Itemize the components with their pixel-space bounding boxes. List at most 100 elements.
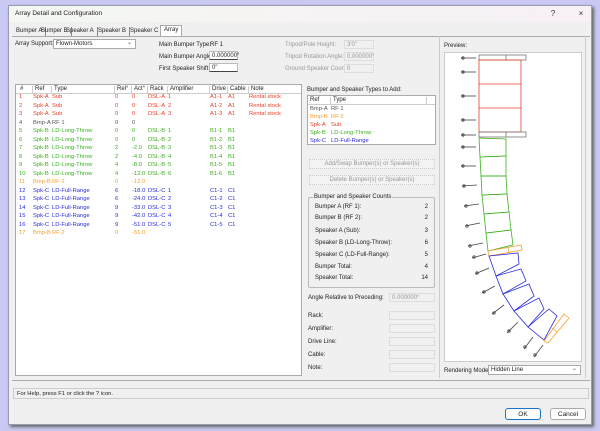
cell-drive: B1-6 [210, 170, 223, 177]
ok-button[interactable]: OK [505, 408, 541, 420]
cell-drive: B1-4 [210, 153, 223, 160]
col-header-8[interactable]: Cable [227, 86, 246, 93]
table-row[interactable]: 6 Spk-B LD-Long-Throw 0 0 DSL-B 2 B1-2 B1 [16, 137, 301, 146]
count-label: Bumper Total: [315, 264, 352, 270]
cell-rack: DSL-B [148, 128, 166, 134]
cell-num: 16 [19, 221, 26, 228]
table-row[interactable]: 15 Spk-C LD-Full-Range 9 -42.0 DSL-C 4 C1-4 C1 [16, 213, 301, 222]
cell-rack: DSL-A [148, 94, 166, 100]
note-label: Note: [308, 365, 323, 371]
col-header-3[interactable]: Rel° [114, 86, 128, 93]
cell-act: -12.0 [132, 179, 146, 185]
cell-amplifier: 1 [168, 128, 172, 134]
cell-act: -42.0 [132, 213, 146, 219]
cell-num: 4 [19, 119, 23, 126]
rendering-mode-value: Hidden Line [491, 367, 524, 373]
array-preview-drawing [461, 54, 570, 358]
col-header-9[interactable]: Note [248, 86, 264, 93]
cell-ref: Spk-B [33, 145, 49, 151]
col-header-5[interactable]: Rack [147, 86, 164, 93]
cell-drive: A1-3 [210, 111, 223, 117]
cell-act: 0 [132, 94, 136, 100]
table-row[interactable]: 5 Spk-B LD-Long-Throw 0 0 DSL-B 1 B1-1 B1 [16, 128, 301, 137]
col-header-1[interactable]: Ref [32, 86, 44, 93]
table-row[interactable]: 1 Spk-A Sub 0 0 DSL-A 1 A1-1 A1 Rental stock [16, 94, 301, 103]
cell-cable: C1 [228, 204, 236, 211]
count-value: 5 [424, 252, 428, 258]
cell-rel: 0 [115, 111, 119, 117]
rack-label: Rack: [308, 313, 324, 319]
col-header-0[interactable]: # [18, 86, 23, 93]
first-speaker-shift-label: First Speaker Shift: [159, 66, 211, 72]
main-bumper-angle-input[interactable]: 0.000000° [209, 51, 239, 60]
type-ref: Bmp-A [310, 106, 328, 112]
table-row[interactable]: 4 Bmp-A RF 1 0 0 [16, 120, 301, 129]
cell-cable: B1 [228, 145, 236, 151]
status-bar: For Help, press F1 or click the ? icon. [13, 388, 589, 399]
table-row[interactable]: 7 Spk-B LD-Long-Throw 2 -2.0 DSL-B 3 B1-3 B1 [16, 145, 301, 154]
count-label: Speaker B (LD-Long-Throw): [315, 240, 393, 246]
cell-ref: Spk-A [33, 102, 49, 109]
table-row[interactable]: 17 Bmp-B RF 2 0 -51.0 [16, 230, 301, 239]
types-to-add-list[interactable]: Ref Type Bmp-A RF 1 Bmp-B RF 2 Spk-A Sub Spk-B… [307, 95, 436, 145]
speaker-c-boxes [488, 252, 558, 341]
table-row[interactable]: 3 Spk-A Sub 0 0 DSL-A 3 A1-3 A1 Rental stock [16, 111, 301, 120]
table-row[interactable]: 10 Spk-B LD-Long-Throw 4 -12.0 DSL-B 6 B1-6 B1 [16, 171, 301, 180]
cell-type: LD-Long-Throw [52, 153, 93, 160]
cell-ref: Spk-A [33, 111, 49, 117]
close-icon[interactable]: × [575, 8, 587, 20]
table-row[interactable]: 11 Bmp-B RF 2 0 -12.0 [16, 179, 301, 188]
array-elements-table[interactable]: # Ref Type Rel° Act° Rack Amplifier Drive Cable N… [15, 84, 302, 376]
rendering-mode-select[interactable]: Hidden Line ⌄ [488, 365, 581, 375]
cell-rack: DSL-C [148, 221, 166, 228]
col-header-2[interactable]: Type [51, 86, 67, 93]
table-row[interactable]: 9 Spk-B LD-Long-Throw 4 -8.0 DSL-B 5 B1-5 B1 [16, 162, 301, 171]
col-header-4[interactable]: Act° [131, 86, 145, 93]
count-row: Speaker B (LD-Long-Throw): 6 [315, 240, 428, 248]
cell-num: 8 [19, 153, 23, 160]
cell-amplifier: 1 [168, 94, 172, 100]
main-bumper-type-value: RF 1 [210, 42, 224, 48]
cell-ref: Spk-B [33, 128, 49, 134]
cell-drive: C1-5 [210, 221, 223, 228]
cancel-button[interactable]: Cancel [550, 408, 586, 420]
table-row[interactable]: 16 Spk-C LD-Full-Range 9 -51.0 DSL-C 5 C1-5 C1 [16, 222, 301, 231]
help-icon[interactable]: ? [547, 8, 559, 20]
count-label: Bumper B (RF 2): [315, 215, 363, 221]
table-row[interactable]: 13 Spk-C LD-Full-Range 6 -24.0 DSL-C 2 C1-2 C1 [16, 196, 301, 205]
table-row[interactable]: 8 Spk-B LD-Long-Throw 2 -4.0 DSL-B 4 B1-4 B1 [16, 154, 301, 163]
col-header-7[interactable]: Drive [209, 86, 226, 93]
types-header: Ref Type [308, 96, 435, 105]
cell-drive: C1-1 [210, 187, 223, 194]
cell-act: 0 [132, 119, 136, 126]
cell-amplifier: 2 [168, 136, 172, 143]
cell-type: LD-Long-Throw [52, 162, 93, 168]
cell-drive: B1-5 [210, 162, 223, 168]
cell-cable: B1 [228, 153, 236, 160]
cell-drive: B1-2 [210, 136, 223, 143]
col-header-6[interactable]: Amplifier [167, 86, 193, 93]
count-row: Bumper Total: 4 [315, 264, 428, 272]
cell-drive: A1-1 [210, 94, 223, 100]
first-speaker-shift-input[interactable]: 0" [209, 63, 238, 72]
add-swap-button[interactable]: Add/Swap Bumper(s) or Speaker(s) [309, 159, 435, 169]
cell-rel: 2 [115, 153, 119, 160]
cell-type: LD-Full-Range [52, 221, 90, 228]
tab-divider [12, 36, 590, 37]
array-support-select[interactable]: Flown-Motors ⌄ [53, 39, 136, 49]
table-row[interactable]: 2 Spk-A Sub 0 0 DSL-A 2 A1-2 A1 Rental stock [16, 103, 301, 112]
cell-rel: 9 [115, 204, 119, 211]
table-row[interactable]: 12 Spk-C LD-Full-Range 6 -18.0 DSL-C 1 C1-1 C1 [16, 188, 301, 197]
bumper-b-bottom [543, 313, 570, 344]
cell-num: 11 [19, 179, 26, 185]
table-row[interactable]: 14 Spk-C LD-Full-Range 9 -33.0 DSL-C 3 C1-3 C1 [16, 205, 301, 214]
types-list-item[interactable]: Spk-C LD-Full-Range [308, 138, 435, 147]
tripod-pole-height-input: 3'0" [344, 40, 374, 49]
cell-drive: C1-3 [210, 204, 223, 211]
cell-rack: DSL-A [148, 102, 166, 109]
cell-rel: 2 [115, 145, 119, 151]
delete-button[interactable]: Delete Bumper(s) or Speaker(s) [309, 175, 435, 185]
types-col-ref: Ref [310, 97, 320, 103]
tripod-rotation-angle-label: Tripod Rotation Angle: [285, 54, 345, 60]
cell-amplifier: 2 [168, 102, 172, 109]
